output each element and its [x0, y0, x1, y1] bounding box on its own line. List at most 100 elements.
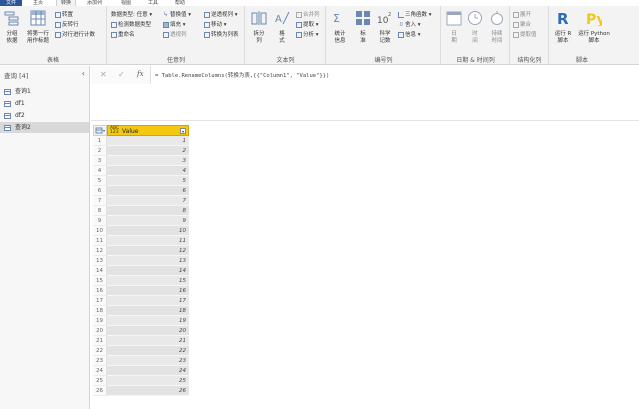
table-menu-button[interactable]: [93, 125, 107, 136]
query-item[interactable]: 查询1: [0, 86, 89, 97]
cell-value[interactable]: 7: [107, 196, 189, 206]
table-row[interactable]: 24 24: [93, 366, 189, 376]
cell-value[interactable]: 18: [107, 306, 189, 316]
move-button[interactable]: 移动 ▾: [204, 21, 227, 29]
cell-value[interactable]: 24: [107, 366, 189, 376]
unpivot-columns-button[interactable]: 逆透视列 ▾: [204, 11, 238, 19]
run-r-script-button[interactable]: R 运行 R 脚本: [551, 10, 575, 45]
table-row[interactable]: 15 15: [93, 276, 189, 286]
formula-input[interactable]: = Table.RenameColumns(转换为表,{{"Column1", …: [155, 71, 329, 79]
cell-value[interactable]: 15: [107, 276, 189, 286]
table-row[interactable]: 23 23: [93, 356, 189, 366]
table-row[interactable]: 12 12: [93, 246, 189, 256]
expand-button[interactable]: 展开: [513, 11, 531, 19]
fx-icon[interactable]: fx: [137, 70, 144, 78]
column-header-value[interactable]: ABC 123 Value ▾: [107, 125, 189, 136]
cancel-icon[interactable]: ✕: [100, 70, 107, 79]
cell-value[interactable]: 12: [107, 246, 189, 256]
query-item-selected[interactable]: 查询2: [0, 122, 89, 133]
cell-value[interactable]: 17: [107, 296, 189, 306]
collapse-pane-icon[interactable]: ‹: [82, 69, 85, 78]
table-row[interactable]: 55: [93, 176, 189, 186]
table-row[interactable]: 33: [93, 156, 189, 166]
rename-button[interactable]: 重命名: [111, 31, 135, 39]
transpose-button[interactable]: 转置: [55, 11, 73, 19]
count-rows-button[interactable]: 对行进行计数: [55, 31, 95, 39]
cell-value[interactable]: 6: [107, 186, 189, 196]
table-row[interactable]: 19 19: [93, 316, 189, 326]
query-item[interactable]: df1: [0, 98, 89, 109]
table-row[interactable]: 14 14: [93, 266, 189, 276]
cell-value[interactable]: 16: [107, 286, 189, 296]
table-row[interactable]: 18 18: [93, 306, 189, 316]
group-by-button[interactable]: 分组 依据: [1, 10, 23, 45]
merge-columns-button[interactable]: 合并列: [296, 11, 320, 19]
column-filter-dropdown-icon[interactable]: ▾: [180, 128, 186, 134]
statistics-button[interactable]: Σ 统计 信息: [329, 10, 351, 45]
cell-value[interactable]: 13: [107, 256, 189, 266]
table-row[interactable]: 25 25: [93, 376, 189, 386]
fill-button[interactable]: 填充 ▾: [163, 21, 186, 29]
table-row[interactable]: 66: [93, 186, 189, 196]
duration-button[interactable]: 持续 时间: [486, 10, 508, 45]
extract-button[interactable]: 提取 ▾: [296, 21, 319, 29]
cell-value[interactable]: 22: [107, 346, 189, 356]
table-row[interactable]: 17 17: [93, 296, 189, 306]
table-row[interactable]: 11: [93, 136, 189, 146]
standard-button[interactable]: 标 准: [352, 10, 374, 45]
table-row[interactable]: 77: [93, 196, 189, 206]
time-button[interactable]: 时 间: [464, 10, 486, 45]
table-row[interactable]: 26 26: [93, 386, 189, 396]
table-row[interactable]: 13 13: [93, 256, 189, 266]
table-row[interactable]: 44: [93, 166, 189, 176]
ribbon: 分组 依据 将第一行 用作标题 转置 反转行 对行进行计数 表格 数据类型: 任…: [0, 6, 639, 65]
cell-value[interactable]: 21: [107, 336, 189, 346]
replace-values-button[interactable]: ↳ 替换值 ▾: [163, 11, 191, 19]
rounding-button[interactable]: .0 舍入 ▾: [398, 21, 421, 29]
cell-value[interactable]: 14: [107, 266, 189, 276]
use-first-row-as-headers-button[interactable]: 将第一行 用作标题: [25, 10, 51, 45]
table-row[interactable]: 11 11: [93, 236, 189, 246]
table-row[interactable]: 22 22: [93, 346, 189, 356]
table-row[interactable]: 10 10: [93, 226, 189, 236]
table-row[interactable]: 22: [93, 146, 189, 156]
reverse-rows-button[interactable]: 反转行: [55, 21, 79, 29]
scientific-button[interactable]: 10 2 科学 记数: [374, 10, 396, 45]
pivot-column-button[interactable]: 透视列: [163, 31, 187, 39]
cell-value[interactable]: 3: [107, 156, 189, 166]
cell-value[interactable]: 4: [107, 166, 189, 176]
cell-value[interactable]: 25: [107, 376, 189, 386]
cell-value[interactable]: 19: [107, 316, 189, 326]
confirm-icon[interactable]: ✓: [118, 70, 125, 79]
cell-value[interactable]: 1: [107, 136, 189, 146]
cell-value[interactable]: 20: [107, 326, 189, 336]
any-type-icon[interactable]: ABC 123: [110, 126, 119, 135]
cell-value[interactable]: 10: [107, 226, 189, 236]
cell-value[interactable]: 8: [107, 206, 189, 216]
extract-values-button[interactable]: 提取值: [513, 31, 537, 39]
information-button[interactable]: 信息 ▾: [398, 31, 421, 39]
format-button[interactable]: A 格 式: [271, 10, 293, 45]
cell-value[interactable]: 5: [107, 176, 189, 186]
convert-to-list-button[interactable]: 转换为列表: [204, 31, 239, 39]
data-type-dropdown[interactable]: 数据类型: 任意 ▾: [111, 11, 152, 19]
parse-button[interactable]: 分析 ▾: [296, 31, 319, 39]
table-row[interactable]: 20 20: [93, 326, 189, 336]
run-python-script-button[interactable]: Py 运行 Python 脚本: [576, 10, 612, 45]
text-column-group-label: 文本列: [276, 57, 295, 64]
cell-value[interactable]: 2: [107, 146, 189, 156]
table-row[interactable]: 21 21: [93, 336, 189, 346]
detect-data-type-button[interactable]: 检测数据类型: [111, 21, 151, 29]
table-row[interactable]: 88: [93, 206, 189, 216]
aggregate-button[interactable]: 聚合: [513, 21, 531, 29]
cell-value[interactable]: 26: [107, 386, 189, 396]
cell-value[interactable]: 9: [107, 216, 189, 226]
cell-value[interactable]: 23: [107, 356, 189, 366]
table-row[interactable]: 99: [93, 216, 189, 226]
trigonometry-button[interactable]: 三角函数 ▾: [398, 11, 432, 19]
split-column-button[interactable]: 拆分 列: [248, 10, 270, 45]
query-item[interactable]: df2: [0, 110, 89, 121]
table-row[interactable]: 16 16: [93, 286, 189, 296]
date-button[interactable]: 日 期: [443, 10, 465, 45]
cell-value[interactable]: 11: [107, 236, 189, 246]
